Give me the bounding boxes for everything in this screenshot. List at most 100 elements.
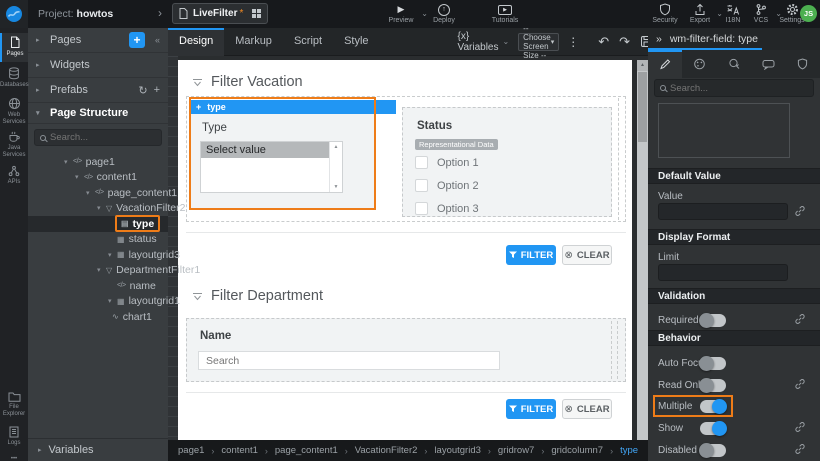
tab-style[interactable]: Style xyxy=(333,28,379,56)
readonly-toggle[interactable] xyxy=(700,379,726,392)
bind-link-icon[interactable] xyxy=(794,378,806,390)
bind-link-icon[interactable] xyxy=(794,205,806,217)
screen-size-select[interactable]: -- Choose Screen Size --▾ xyxy=(518,33,559,51)
sidebar-section-pages[interactable]: ▸ Pages + « xyxy=(28,28,168,53)
vacation-clear-button[interactable]: ⊗ CLEAR xyxy=(562,245,612,265)
rail-item-web-services[interactable]: Web Services xyxy=(0,94,28,128)
tab-styles[interactable] xyxy=(682,50,716,78)
collapse-panel-icon[interactable]: « xyxy=(155,35,160,45)
rail-item-logs[interactable]: Logs xyxy=(0,423,28,450)
tree-item-layoutgrid1[interactable]: ▾▦layoutgrid1 xyxy=(28,294,168,310)
vacation-filter-button[interactable]: FILTER xyxy=(506,245,556,265)
tab-messages[interactable] xyxy=(751,50,785,78)
grid-view-icon[interactable] xyxy=(252,9,261,18)
name-field-area[interactable]: Name xyxy=(186,318,626,382)
i18n-button[interactable]: I18N xyxy=(720,3,746,25)
sidebar-section-variables[interactable]: ▸ Variables xyxy=(28,438,168,461)
structure-search[interactable] xyxy=(34,129,162,146)
security-button[interactable]: Security xyxy=(648,3,682,25)
redo-icon[interactable]: ↷ xyxy=(619,35,630,48)
breadcrumb-item[interactable]: gridcolumn7 xyxy=(551,445,603,456)
autofocus-toggle[interactable] xyxy=(700,357,726,370)
tree-item-departmentfilter1[interactable]: ▾▽DepartmentFilter1 xyxy=(28,263,168,279)
tab-properties[interactable] xyxy=(648,50,682,78)
tree-item-vacationfilter2[interactable]: ▾▽VacationFilter2 xyxy=(28,201,168,217)
globe-icon xyxy=(0,97,28,110)
department-filter-button[interactable]: FILTER xyxy=(506,399,556,419)
export-button[interactable]: Export⌄ xyxy=(686,3,714,25)
tree-item-page1[interactable]: ▾</>page1 xyxy=(28,154,168,170)
tab-script[interactable]: Script xyxy=(283,28,333,56)
page-tab-livefilter[interactable]: LiveFilter * xyxy=(172,3,268,24)
tab-security[interactable] xyxy=(786,50,820,78)
value-input[interactable] xyxy=(658,203,788,220)
undo-icon[interactable]: ↶ xyxy=(598,35,609,48)
preview-button[interactable]: ▶ Preview⌄ xyxy=(383,3,419,25)
property-search[interactable] xyxy=(654,79,814,97)
wavemaker-logo-icon[interactable] xyxy=(0,0,28,28)
breadcrumb-item[interactable]: layoutgrid3 xyxy=(434,445,480,456)
sidebar-section-widgets[interactable]: ▸ Widgets xyxy=(28,53,168,78)
scrollbar-thumb[interactable] xyxy=(638,72,647,142)
column-splitter[interactable] xyxy=(618,98,619,220)
user-avatar[interactable]: JS xyxy=(800,5,817,22)
tutorials-button[interactable]: ▶ Tutorials xyxy=(487,3,523,25)
property-search-input[interactable] xyxy=(670,83,790,94)
status-option-3[interactable]: Option 3 xyxy=(415,202,479,215)
breadcrumb-item[interactable]: gridrow7 xyxy=(498,445,534,456)
tree-item-name[interactable]: </>name xyxy=(28,278,168,294)
vcs-button[interactable]: VCS⌄ xyxy=(749,3,773,25)
rail-item-databases[interactable]: Databases xyxy=(0,64,28,92)
limit-input[interactable] xyxy=(658,264,788,281)
sidebar-section-prefabs[interactable]: ▸ Prefabs ↻ + xyxy=(28,78,168,103)
add-prefab-icon[interactable]: + xyxy=(154,84,160,96)
breadcrumb-item[interactable]: VacationFilter2 xyxy=(355,445,418,456)
department-clear-button[interactable]: ⊗ CLEAR xyxy=(562,399,612,419)
breadcrumb-item[interactable]: content1 xyxy=(221,445,257,456)
inspector-tabs xyxy=(648,50,820,78)
tab-events[interactable] xyxy=(717,50,751,78)
tree-item-layoutgrid3[interactable]: ▾▦layoutgrid3 xyxy=(28,247,168,263)
bind-link-icon[interactable] xyxy=(794,313,806,325)
tree-item-page-content1[interactable]: ▾</>page_content1 xyxy=(28,185,168,201)
variables-menu[interactable]: {x} Variables⌄ xyxy=(458,31,510,53)
canvas-scrollbar[interactable]: ▲ xyxy=(637,60,648,440)
rail-item-apis[interactable]: APIs xyxy=(0,162,28,189)
canvas-page[interactable]: Filter Vacation + type Type Select value… xyxy=(178,60,632,440)
rail-item-file-explorer[interactable]: File Explorer xyxy=(0,388,28,420)
column-splitter[interactable] xyxy=(611,321,612,379)
checkbox-icon xyxy=(415,179,428,192)
tab-markup[interactable]: Markup xyxy=(224,28,283,56)
show-toggle[interactable] xyxy=(700,422,726,435)
kebab-menu-icon[interactable]: ⋮ xyxy=(567,35,579,49)
breadcrumb-item-current[interactable]: type xyxy=(620,445,638,456)
name-search-input[interactable] xyxy=(198,351,500,370)
bind-link-icon[interactable] xyxy=(794,421,806,433)
tab-design[interactable]: Design xyxy=(168,28,224,56)
sidebar-section-page-structure[interactable]: ▾ Page Structure xyxy=(28,103,168,124)
disabled-toggle[interactable] xyxy=(700,444,726,457)
status-field-area[interactable]: Status Representational Data Option 1 Op… xyxy=(402,107,612,217)
translate-icon xyxy=(720,3,746,16)
refresh-icon[interactable]: ↻ xyxy=(138,84,147,97)
rail-more-button[interactable]: ••• xyxy=(0,456,28,461)
column-splitter[interactable] xyxy=(617,321,618,379)
tree-item-status[interactable]: ▦status xyxy=(28,232,168,248)
required-toggle[interactable] xyxy=(700,314,726,327)
inspector-title: wm-filter-field: type xyxy=(670,33,758,45)
breadcrumb-item[interactable]: page_content1 xyxy=(275,445,338,456)
rail-item-java-services[interactable]: Java Services xyxy=(0,128,28,161)
tree-item-type-selected[interactable]: ▤type xyxy=(28,216,168,232)
add-page-button[interactable]: + xyxy=(129,32,145,48)
expand-panel-icon[interactable]: » xyxy=(656,33,662,45)
tree-item-chart1[interactable]: ∿chart1 xyxy=(28,309,168,325)
scroll-up-icon[interactable]: ▲ xyxy=(637,60,648,71)
rail-item-pages[interactable]: Pages xyxy=(0,33,28,62)
structure-search-input[interactable] xyxy=(50,132,150,143)
status-option-2[interactable]: Option 2 xyxy=(415,179,479,192)
breadcrumb-item[interactable]: page1 xyxy=(178,445,204,456)
bind-link-icon[interactable] xyxy=(794,443,806,455)
status-option-1[interactable]: Option 1 xyxy=(415,156,479,169)
tree-item-content1[interactable]: ▾</>content1 xyxy=(28,170,168,186)
deploy-button[interactable]: ↑ Deploy xyxy=(428,3,460,25)
